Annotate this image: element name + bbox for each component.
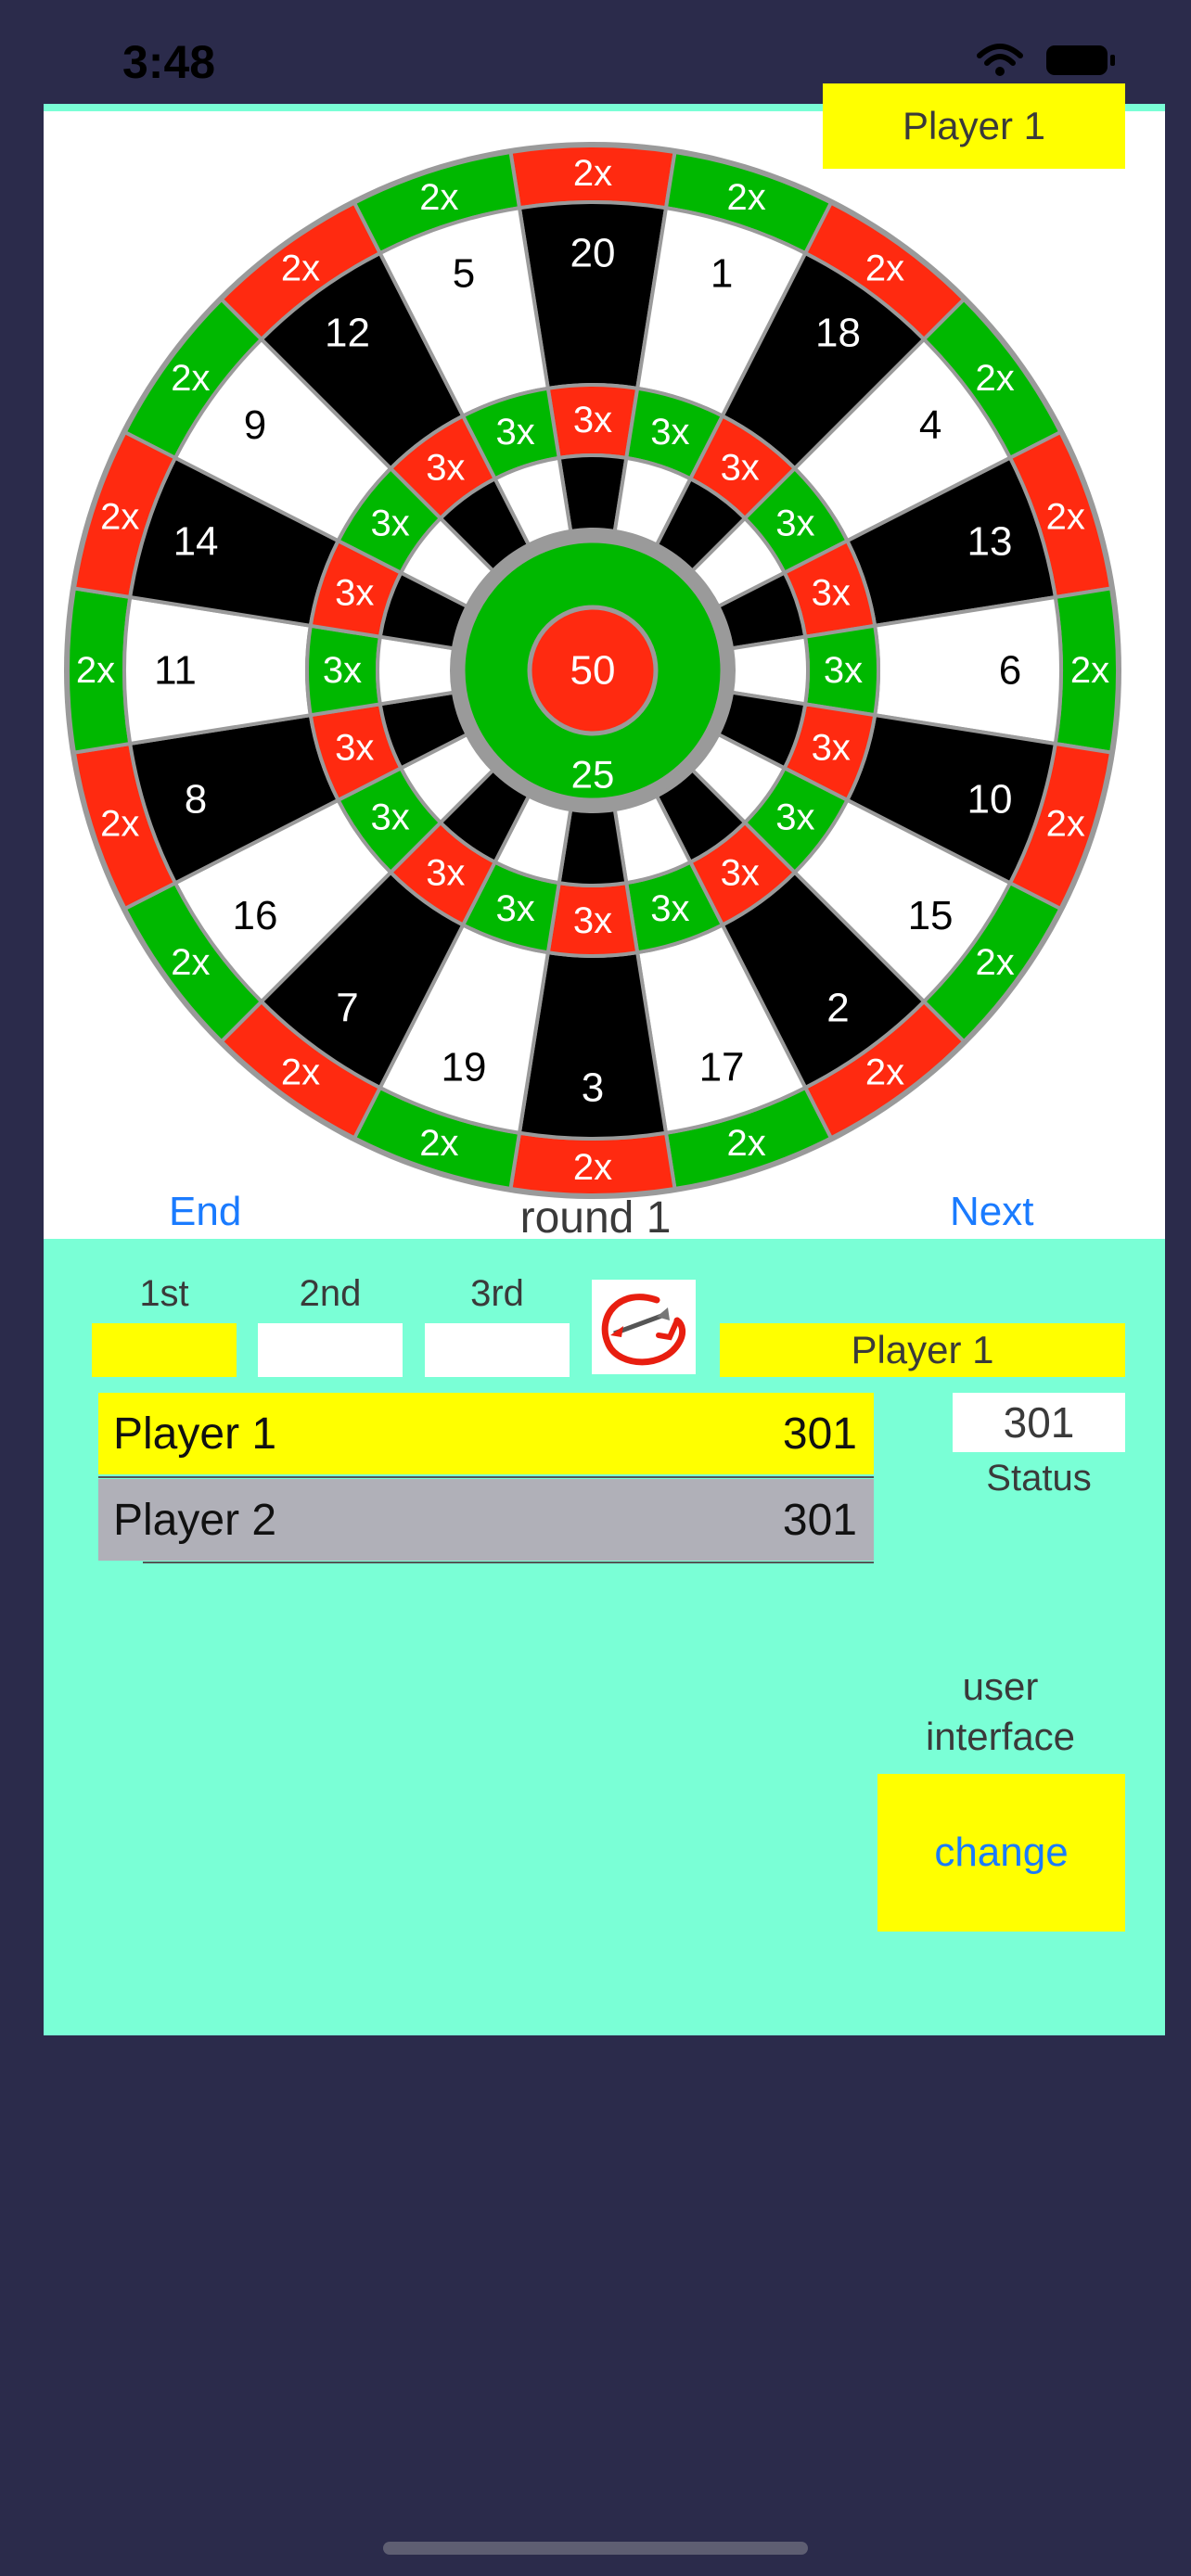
dart-3-label: 3rd	[470, 1273, 524, 1314]
segment-number: 15	[908, 893, 954, 938]
triple-label: 3x	[824, 650, 863, 691]
next-button[interactable]: Next	[950, 1189, 1033, 1235]
segment-number: 1	[711, 251, 733, 297]
double-label: 2x	[727, 1123, 766, 1164]
status-label: Status	[986, 1458, 1092, 1498]
bull-label: 50	[570, 648, 616, 694]
wifi-icon	[977, 44, 1023, 76]
triple-label: 3x	[323, 650, 362, 691]
double-label: 2x	[100, 804, 139, 845]
player-row-1[interactable]: Player 1 301	[98, 1393, 874, 1474]
segment-number: 2	[826, 986, 849, 1031]
double-label: 2x	[573, 1147, 612, 1188]
triple-label: 3x	[721, 448, 760, 489]
triple-label: 3x	[775, 797, 814, 838]
double-label: 2x	[171, 358, 210, 399]
triple-label: 3x	[573, 900, 612, 941]
double-label: 2x	[1046, 804, 1085, 845]
current-player-label: Player 1	[720, 1323, 1125, 1377]
battery-icon	[1046, 45, 1115, 75]
triple-label: 3x	[495, 412, 534, 453]
player-name: Player 1	[113, 1409, 277, 1459]
double-label: 2x	[1070, 650, 1109, 691]
segment-number: 16	[232, 893, 277, 938]
segment-number: 8	[185, 777, 207, 823]
triple-label: 3x	[775, 503, 814, 543]
dartboard[interactable]: 2x203x2x13x2x183x2x43x 2x133x2x63x2x103x2…	[61, 139, 1124, 1202]
status-time: 3:48	[122, 36, 216, 88]
home-indicator[interactable]	[383, 2542, 808, 2555]
triple-label: 3x	[495, 888, 534, 929]
top-player-badge: Player 1	[823, 83, 1125, 169]
status-indicators	[976, 43, 1117, 78]
segment-number: 20	[570, 231, 616, 276]
segment-number: 4	[919, 402, 941, 448]
row-divider	[98, 1476, 874, 1478]
triple-label: 3x	[721, 852, 760, 893]
double-label: 2x	[865, 1052, 904, 1093]
segment-number: 10	[967, 777, 1012, 823]
player-score: 301	[782, 1409, 857, 1459]
segment-number: 12	[325, 310, 370, 355]
double-label: 2x	[727, 177, 766, 218]
triple-label: 3x	[812, 573, 851, 614]
status-value: 301	[953, 1393, 1125, 1452]
double-label: 2x	[1046, 496, 1085, 537]
dart-icon[interactable]	[592, 1280, 696, 1374]
segment-number: 9	[244, 402, 266, 448]
segment-number: 7	[336, 986, 358, 1031]
triple-label: 3x	[335, 573, 374, 614]
triple-label: 3x	[370, 503, 409, 543]
segment-number: 13	[967, 518, 1012, 564]
player-row-2[interactable]: Player 2 301	[98, 1479, 874, 1561]
dart-1-label: 1st	[139, 1273, 189, 1314]
double-label: 2x	[100, 496, 139, 537]
segment-number: 3	[582, 1065, 604, 1111]
double-label: 2x	[976, 358, 1015, 399]
double-label: 2x	[171, 942, 210, 983]
player-name: Player 2	[113, 1495, 277, 1545]
player-score: 301	[782, 1495, 857, 1545]
row-divider	[143, 1562, 874, 1563]
segment-number: 17	[699, 1044, 745, 1090]
triple-label: 3x	[370, 797, 409, 838]
dart-2-label: 2nd	[299, 1273, 362, 1314]
double-label: 2x	[573, 153, 612, 194]
outer-bull-label: 25	[571, 753, 615, 797]
segment-number: 19	[441, 1044, 486, 1090]
triple-label: 3x	[335, 727, 374, 768]
double-label: 2x	[281, 1052, 320, 1093]
segment-number: 5	[453, 251, 475, 297]
double-label: 2x	[976, 942, 1015, 983]
double-label: 2x	[76, 650, 115, 691]
triple-label: 3x	[426, 448, 465, 489]
user-interface-label: user interface	[925, 1664, 1076, 1758]
segment-number: 14	[173, 518, 219, 564]
dart-3-box	[425, 1323, 570, 1377]
triple-label: 3x	[650, 888, 689, 929]
change-button[interactable]: change	[877, 1774, 1125, 1932]
double-label: 2x	[865, 248, 904, 288]
segment-number: 18	[815, 310, 861, 355]
triple-label: 3x	[426, 852, 465, 893]
segment-number: 6	[999, 648, 1021, 694]
dart-1-box	[92, 1323, 237, 1377]
double-label: 2x	[281, 248, 320, 288]
dart-2-box	[258, 1323, 403, 1377]
segment-number: 11	[154, 648, 197, 694]
triple-label: 3x	[650, 412, 689, 453]
double-label: 2x	[419, 1123, 458, 1164]
triple-label: 3x	[812, 727, 851, 768]
triple-label: 3x	[573, 400, 612, 440]
double-label: 2x	[419, 177, 458, 218]
